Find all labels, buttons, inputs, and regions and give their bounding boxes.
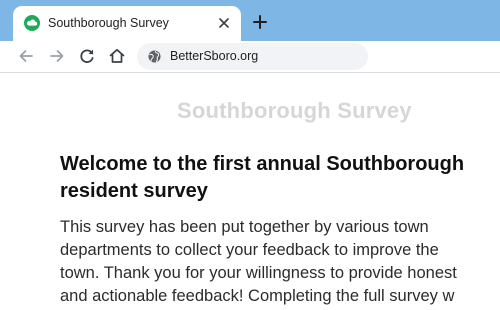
forward-arrow-icon[interactable] (47, 46, 67, 66)
cloud-favicon-icon (24, 15, 40, 31)
welcome-heading: Welcome to the first annual Southborough… (60, 153, 465, 202)
intro-paragraph: This survey has been put together by var… (60, 218, 457, 305)
browser-toolbar: BetterSboro.org (0, 41, 500, 73)
address-bar[interactable]: BetterSboro.org (137, 43, 368, 70)
tab-strip: Southborough Survey (0, 0, 500, 42)
plus-icon[interactable] (251, 13, 269, 31)
page-content: Southborough Survey Welcome to the first… (0, 74, 500, 310)
tab-southborough-survey[interactable]: Southborough Survey (13, 6, 241, 42)
reload-icon[interactable] (77, 46, 97, 66)
home-icon[interactable] (107, 46, 127, 66)
browser-window: Southborough Survey BetterSboro.org Sout… (0, 0, 500, 310)
back-arrow-icon[interactable] (16, 46, 36, 66)
globe-icon[interactable] (148, 50, 161, 63)
close-icon[interactable] (216, 15, 232, 31)
site-title: Southborough Survey (177, 98, 412, 123)
tab-title: Southborough Survey (48, 16, 169, 30)
url-text: BetterSboro.org (170, 49, 259, 63)
